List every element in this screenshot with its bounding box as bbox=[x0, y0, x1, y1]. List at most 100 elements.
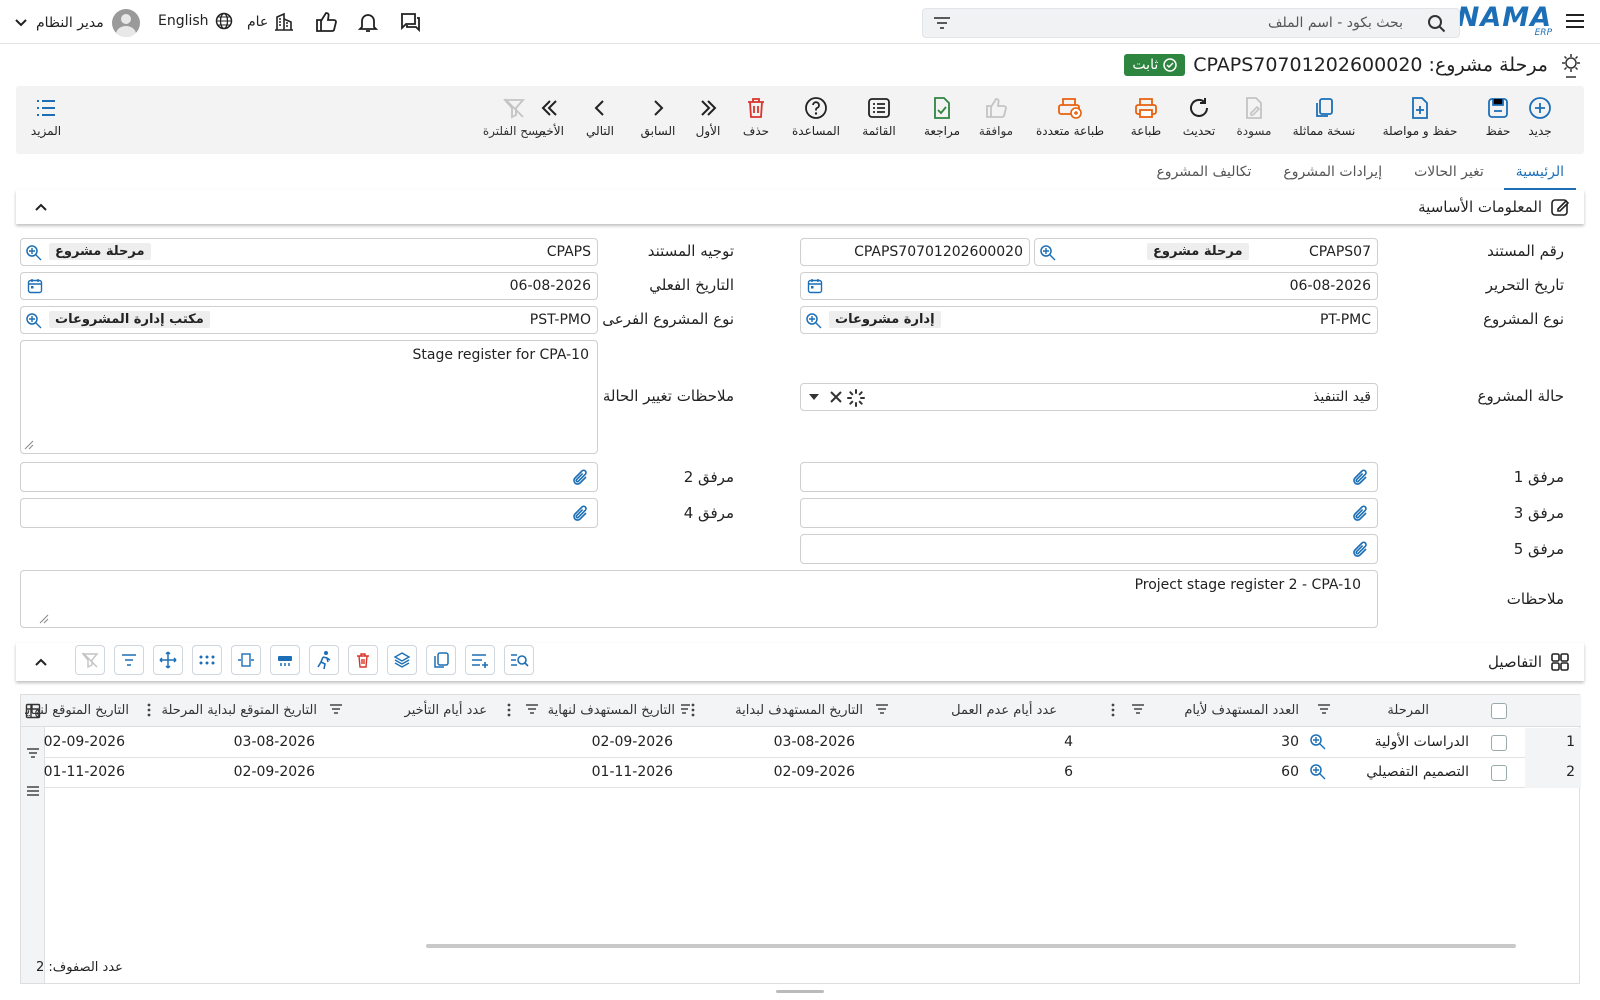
attachment-5-field[interactable] bbox=[800, 534, 1378, 564]
table-row[interactable]: 1 الدراسات الأولية 30 4 03-08-2026 02-09… bbox=[44, 728, 1581, 758]
thumbs-up-icon[interactable] bbox=[314, 11, 338, 33]
layers-button[interactable] bbox=[387, 645, 417, 675]
row-checkbox[interactable] bbox=[1491, 765, 1507, 781]
clear-filter-button[interactable]: مسح الفلترة bbox=[479, 96, 549, 138]
chat-icon[interactable] bbox=[398, 11, 422, 33]
notification-bell-icon[interactable] bbox=[357, 11, 379, 33]
column-menu-icon[interactable] bbox=[691, 703, 695, 717]
project-type-field[interactable]: PT-PMC إدارة مشروعات bbox=[800, 306, 1378, 334]
tab-main[interactable]: الرئيسية bbox=[1500, 160, 1580, 190]
more-button[interactable]: المزيد bbox=[11, 96, 81, 138]
column-header-stage[interactable]: المرحلة bbox=[1307, 695, 1479, 727]
copy-row-button[interactable] bbox=[426, 645, 456, 675]
paperclip-icon[interactable] bbox=[1351, 504, 1371, 524]
row-checkbox[interactable] bbox=[1491, 735, 1507, 751]
branch-selector[interactable]: عام bbox=[247, 12, 294, 32]
column-header-off-days[interactable]: عدد أيام عدم العمل bbox=[867, 695, 1097, 727]
delete-row-button[interactable] bbox=[348, 645, 378, 675]
paperclip-icon[interactable] bbox=[1351, 468, 1371, 488]
project-subtype-field[interactable]: PST-PMO مكتب إدارة المشروعات bbox=[20, 306, 598, 334]
search-lookup-icon[interactable] bbox=[1309, 733, 1327, 751]
tab-project-costs[interactable]: تكاليف المشروع bbox=[1140, 160, 1267, 190]
multi-print-button[interactable]: طباعة متعددة bbox=[1035, 96, 1105, 138]
paperclip-icon[interactable] bbox=[1351, 540, 1371, 560]
dots-grid-icon bbox=[198, 654, 216, 666]
column-header-expected-start[interactable]: التاريخ المتوقع لبداية المرحلة bbox=[133, 695, 323, 727]
search-lookup-icon[interactable] bbox=[805, 312, 823, 330]
save-continue-button[interactable]: حفظ و مواصلة bbox=[1383, 96, 1457, 138]
column-menu-icon[interactable] bbox=[507, 703, 511, 717]
filter-icon[interactable] bbox=[933, 15, 951, 31]
filter-icon[interactable] bbox=[329, 703, 343, 715]
status-notes-textarea[interactable]: Stage register for CPA-10 bbox=[20, 340, 598, 454]
search-lookup-icon[interactable] bbox=[25, 312, 43, 330]
search-lookup-icon[interactable] bbox=[1309, 763, 1327, 781]
direction-field[interactable]: CPAPS مرحلة مشروع bbox=[20, 238, 598, 266]
resize-handle-icon[interactable] bbox=[39, 614, 49, 624]
table-row[interactable]: 2 التصميم التفصيلي 60 6 02-09-2026 01-11… bbox=[44, 758, 1581, 788]
attachment-3-field[interactable] bbox=[800, 498, 1378, 528]
filter-icon[interactable] bbox=[26, 747, 40, 759]
select-all-checkbox[interactable] bbox=[1491, 703, 1507, 719]
filter-icon[interactable] bbox=[1317, 703, 1331, 715]
attachment-2-field[interactable] bbox=[20, 462, 598, 492]
resize-handle-icon[interactable] bbox=[24, 440, 34, 450]
column-menu-icon[interactable] bbox=[1111, 703, 1115, 717]
attachment-1-field[interactable] bbox=[800, 462, 1378, 492]
basic-info-header[interactable]: المعلومات الأساسية bbox=[16, 190, 1584, 224]
insert-row-button[interactable] bbox=[270, 645, 300, 675]
grid-clear-filter-button[interactable] bbox=[75, 645, 105, 675]
column-menu-icon[interactable] bbox=[147, 703, 151, 717]
dots-button[interactable] bbox=[192, 645, 222, 675]
column-header-delay-days[interactable]: عدد أيام التأخير bbox=[323, 695, 497, 727]
project-status-select[interactable]: قيد التنفيذ bbox=[800, 383, 1378, 411]
review-button[interactable]: مراجعة bbox=[907, 96, 977, 138]
paperclip-icon[interactable] bbox=[571, 468, 591, 488]
doc-no-field[interactable]: CPAPS70701202600020 bbox=[800, 238, 1030, 266]
save-button[interactable]: حفظ bbox=[1463, 96, 1533, 138]
actual-date-field[interactable]: 06-08-2026 bbox=[20, 272, 598, 300]
search-lookup-icon[interactable] bbox=[1039, 244, 1057, 262]
search-icon[interactable] bbox=[1427, 14, 1447, 34]
help-button[interactable]: المساعدة bbox=[781, 96, 851, 138]
calendar-icon[interactable] bbox=[807, 278, 823, 294]
caret-down-icon[interactable] bbox=[809, 393, 819, 401]
clear-x-icon[interactable] bbox=[829, 390, 843, 404]
tab-status-changes[interactable]: تغير الحالات bbox=[1398, 160, 1500, 190]
chevron-up-icon[interactable] bbox=[34, 655, 48, 669]
fit-columns-button[interactable] bbox=[231, 645, 261, 675]
run-button[interactable] bbox=[309, 645, 339, 675]
user-menu[interactable]: مدير النظام bbox=[14, 9, 140, 37]
language-switch[interactable]: English bbox=[158, 12, 233, 30]
grid-search-button[interactable] bbox=[504, 645, 534, 675]
move-button[interactable] bbox=[153, 645, 183, 675]
filter-icon[interactable] bbox=[525, 703, 539, 715]
add-row-button[interactable] bbox=[465, 645, 495, 675]
attachment-4-field[interactable] bbox=[20, 498, 598, 528]
list-button[interactable]: القائمة bbox=[844, 96, 914, 138]
filter-icon[interactable] bbox=[1131, 703, 1145, 715]
chevron-up-icon[interactable] bbox=[34, 200, 48, 214]
calendar-icon[interactable] bbox=[27, 278, 43, 294]
duplicate-button[interactable]: نسخة مماثلة bbox=[1289, 96, 1359, 138]
doc-no-prefix-field[interactable]: CPAPS07 مرحلة مشروع bbox=[1034, 238, 1378, 266]
search-lookup-icon[interactable] bbox=[25, 244, 43, 262]
edit-date-field[interactable]: 06-08-2026 bbox=[800, 272, 1378, 300]
hamburger-menu-icon[interactable] bbox=[1564, 10, 1586, 32]
grid-filter-button[interactable] bbox=[114, 645, 144, 675]
filter-icon[interactable] bbox=[681, 703, 691, 715]
tab-project-revenues[interactable]: إيرادات المشروع bbox=[1267, 160, 1398, 190]
search-input[interactable] bbox=[963, 13, 1403, 33]
table-columns-icon[interactable] bbox=[25, 703, 41, 719]
notes-textarea[interactable]: Project stage register 2 - CPA-10 bbox=[20, 570, 1378, 628]
print-button[interactable]: طباعة bbox=[1111, 96, 1181, 138]
column-header-target-days[interactable]: العدد المستهدف لأيام bbox=[1097, 695, 1307, 727]
horizontal-scrollbar[interactable] bbox=[426, 944, 1516, 948]
column-header-target-end[interactable]: التاريخ المستهدف لنهاية bbox=[497, 695, 681, 727]
column-header-target-start[interactable]: التاريخ المستهدف لبداية bbox=[681, 695, 867, 727]
menu-lines-icon[interactable] bbox=[26, 785, 40, 797]
filter-icon[interactable] bbox=[875, 703, 889, 715]
status-badge-label: ثابت bbox=[1132, 57, 1159, 73]
paperclip-icon[interactable] bbox=[571, 504, 591, 524]
resize-handle[interactable] bbox=[776, 990, 824, 993]
